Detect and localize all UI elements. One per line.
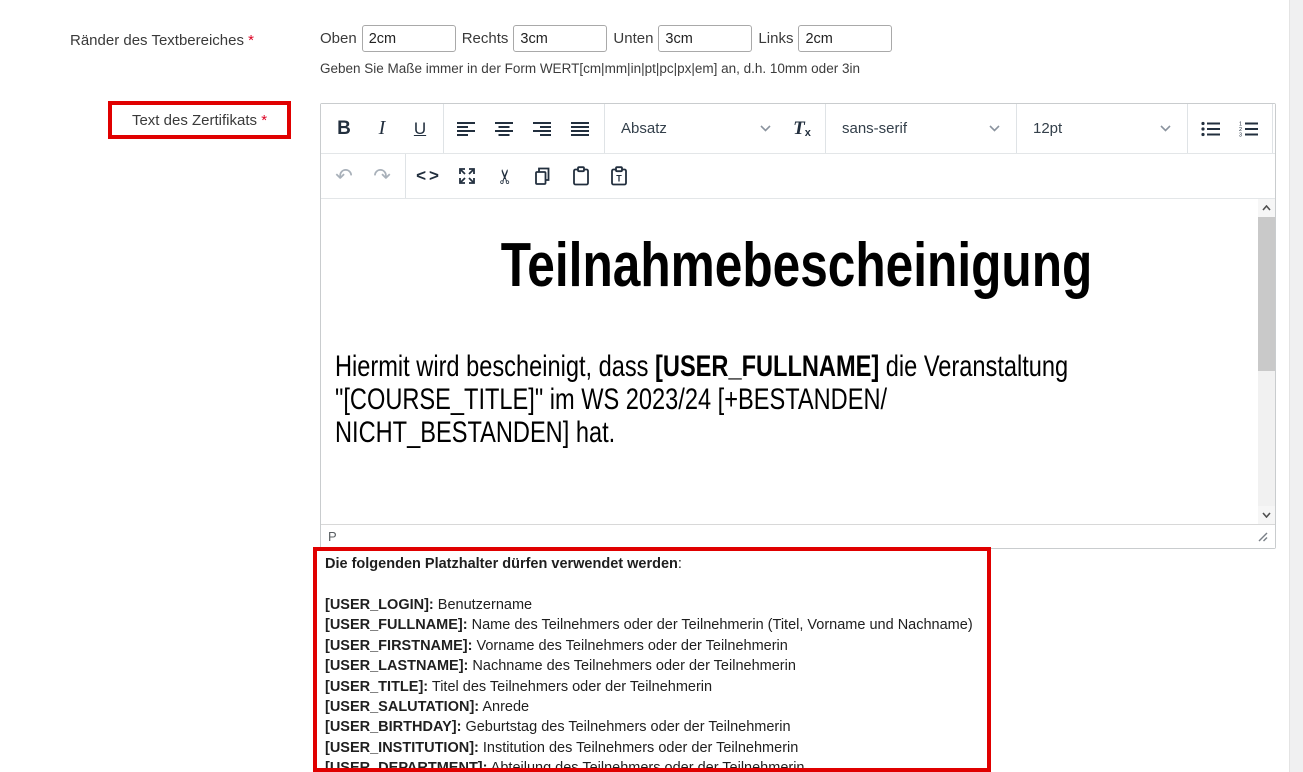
required-asterisk: *: [248, 32, 254, 49]
page-scrollbar[interactable]: [1289, 0, 1303, 772]
clear-formatting-button[interactable]: Tx: [783, 104, 821, 153]
source-code-icon: <>: [416, 166, 442, 186]
paragraph-format-value: Absatz: [621, 120, 667, 137]
placeholder-item: [USER_TITLE]: Titel des Teilnehmers oder…: [325, 677, 979, 697]
font-size-dropdown[interactable]: 12pt: [1021, 104, 1183, 153]
chevron-down-icon: [1160, 125, 1171, 132]
placeholder-help-title: Die folgenden Platzhalter dürfen verwend…: [325, 554, 979, 574]
placeholder-item: [USER_LASTNAME]: Nachname des Teilnehmer…: [325, 656, 979, 676]
redo-button[interactable]: ↷: [363, 154, 401, 198]
certificate-text-editor: B I U: [320, 103, 1276, 549]
placeholder-item: [USER_FULLNAME]: Name des Teilnehmers od…: [325, 615, 979, 635]
numbered-list-icon: 1 2 3: [1239, 121, 1259, 137]
margin-right-label: Rechts: [462, 30, 509, 47]
placeholder-item: [USER_DEPARTMENT]: Abteilung des Teilneh…: [325, 758, 979, 772]
certificate-settings-page: Ränder des Textbereiches * Oben Rechts U…: [0, 0, 1303, 772]
editor-status-bar: P: [321, 524, 1275, 548]
editor-toolbar-row-2: ↶ ↷ <>: [321, 154, 1275, 199]
placeholder-help-annotation: Die folgenden Platzhalter dürfen verwend…: [313, 547, 991, 772]
margin-left-label: Links: [758, 30, 793, 47]
font-family-dropdown[interactable]: sans-serif: [830, 104, 1012, 153]
paste-text-icon: T: [610, 166, 628, 186]
font-size-value: 12pt: [1033, 120, 1062, 137]
numbered-list-button[interactable]: 1 2 3: [1230, 104, 1268, 153]
align-right-icon: [533, 121, 553, 137]
align-justify-icon: [571, 121, 591, 137]
resize-handle-icon[interactable]: [1257, 531, 1268, 542]
align-center-icon: [495, 121, 515, 137]
paste-icon: [572, 166, 590, 186]
placeholder-item: [USER_SALUTATION]: Anrede: [325, 697, 979, 717]
editor-content-area[interactable]: Teilnahmebescheinigung Hiermit wird besc…: [321, 199, 1275, 524]
margins-field-label: Ränder des Textbereiches *: [70, 32, 254, 49]
chevron-down-icon: [760, 125, 771, 132]
cut-icon: ✂: [492, 168, 517, 185]
margin-bottom-input[interactable]: [658, 25, 752, 52]
align-justify-button[interactable]: [562, 104, 600, 153]
editor-toolbar-row-1: B I U: [321, 104, 1275, 154]
editor-paragraph: Hiermit wird bescheinigt, dass [USER_FUL…: [335, 350, 1258, 449]
scroll-up-button[interactable]: [1258, 199, 1275, 217]
align-left-icon: [457, 121, 477, 137]
margin-left-input[interactable]: [798, 25, 892, 52]
underline-button[interactable]: U: [401, 104, 439, 153]
margins-field-label-text: Ränder des Textbereiches: [70, 32, 244, 49]
svg-text:T: T: [616, 174, 622, 184]
fullscreen-icon: [458, 167, 476, 185]
italic-button[interactable]: I: [363, 104, 401, 153]
align-center-button[interactable]: [486, 104, 524, 153]
editor-scrollbar[interactable]: [1258, 199, 1275, 524]
clear-formatting-icon: Tx: [793, 118, 811, 140]
margin-right-input[interactable]: [513, 25, 607, 52]
paste-text-button[interactable]: T: [600, 154, 638, 198]
margin-top-input[interactable]: [362, 25, 456, 52]
placeholder-item: [USER_FIRSTNAME]: Vorname des Teilnehmer…: [325, 636, 979, 656]
paragraph-format-dropdown[interactable]: Absatz: [609, 104, 783, 153]
placeholder-item: [USER_LOGIN]: Benutzername: [325, 595, 979, 615]
align-right-button[interactable]: [524, 104, 562, 153]
copy-icon: [534, 167, 552, 186]
bullet-list-icon: [1201, 121, 1221, 137]
chevron-down-icon: [989, 125, 1000, 132]
chevron-up-icon: [1262, 205, 1271, 211]
margin-inputs-row: Oben Rechts Unten Links: [320, 25, 898, 52]
font-family-value: sans-serif: [842, 120, 907, 137]
scrollbar-thumb[interactable]: [1258, 217, 1275, 371]
undo-button[interactable]: ↶: [325, 154, 363, 198]
required-asterisk: *: [261, 112, 267, 129]
element-path: P: [328, 529, 337, 544]
margin-top-label: Oben: [320, 30, 357, 47]
bullet-list-button[interactable]: [1192, 104, 1230, 153]
certificate-text-label-annotation: Text des Zertifikats *: [108, 101, 291, 139]
placeholder-item: [USER_BIRTHDAY]: Geburtstag des Teilnehm…: [325, 717, 979, 737]
align-left-button[interactable]: [448, 104, 486, 153]
certificate-heading: Teilnahmebescheinigung: [335, 231, 1258, 300]
certificate-text-label: Text des Zertifikats: [132, 112, 257, 129]
margins-hint-text: Geben Sie Maße immer in der Form WERT[cm…: [320, 61, 860, 76]
toolbar-separator: [1272, 104, 1273, 153]
margin-bottom-label: Unten: [613, 30, 653, 47]
fullscreen-button[interactable]: [448, 154, 486, 198]
chevron-down-icon: [1262, 512, 1271, 518]
source-code-button[interactable]: <>: [410, 154, 448, 198]
cut-button[interactable]: ✂: [486, 154, 524, 198]
svg-text:3: 3: [1239, 132, 1242, 136]
placeholder-list: [USER_LOGIN]: Benutzername[USER_FULLNAME…: [325, 595, 979, 772]
undo-icon: ↶: [335, 166, 353, 187]
scroll-down-button[interactable]: [1258, 506, 1275, 524]
copy-button[interactable]: [524, 154, 562, 198]
redo-icon: ↷: [373, 166, 391, 187]
placeholder-item: [USER_INSTITUTION]: Institution des Teil…: [325, 738, 979, 758]
bold-button[interactable]: B: [325, 104, 363, 153]
paste-button[interactable]: [562, 154, 600, 198]
